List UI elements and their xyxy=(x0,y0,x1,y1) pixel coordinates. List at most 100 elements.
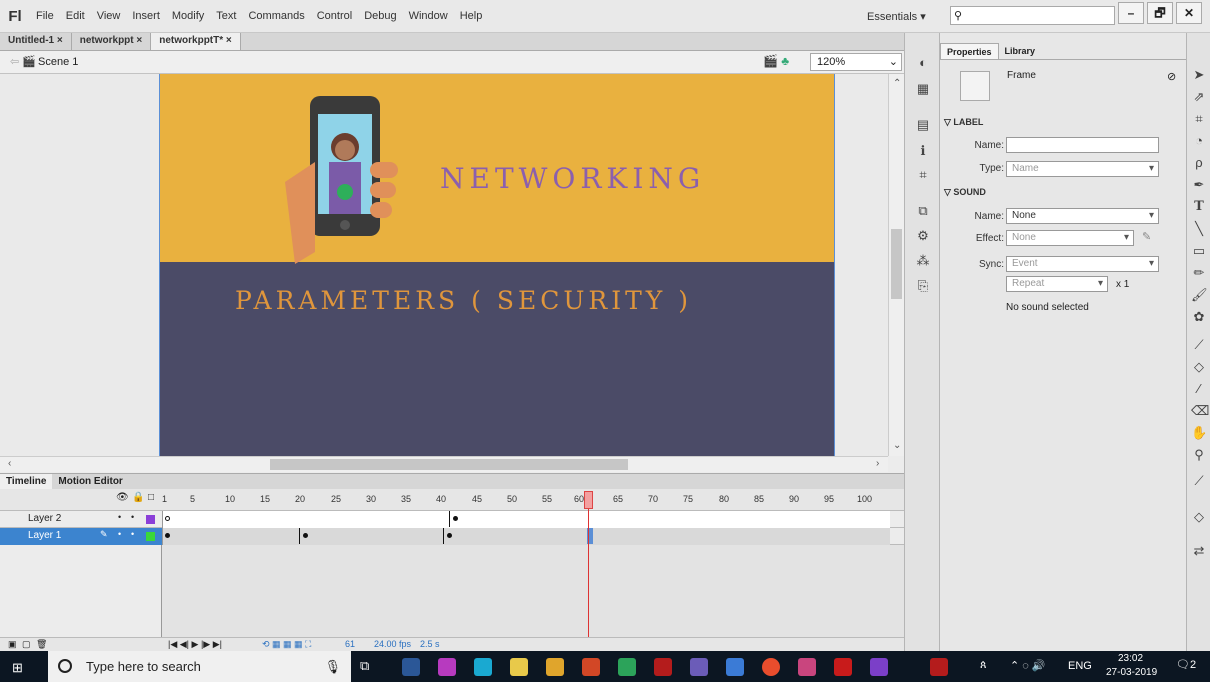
close-button[interactable]: ✕ xyxy=(1176,2,1202,24)
edit-scene-icon[interactable]: 🎬 ♣ xyxy=(763,54,789,68)
3d-rotation-tool-icon[interactable]: ◔ xyxy=(1191,133,1207,148)
pencil-tool-icon[interactable]: ✏ xyxy=(1191,265,1207,281)
brush-tool-icon[interactable]: 🖌 xyxy=(1191,287,1208,303)
minimize-button[interactable]: – xyxy=(1118,2,1144,24)
layer-frames[interactable] xyxy=(162,528,890,545)
label-section-header[interactable]: ▽ LABEL xyxy=(944,117,983,128)
transform-icon[interactable]: ⌗ xyxy=(915,167,931,183)
zoom-tool-icon[interactable]: ⚲ xyxy=(1191,447,1207,463)
free-transform-tool-icon[interactable]: ⌗ xyxy=(1191,111,1207,127)
swatches-icon[interactable]: ▦ xyxy=(915,81,931,97)
fill-color-icon[interactable]: ◇ xyxy=(1191,509,1207,525)
code-snippets-icon[interactable]: ⧉ xyxy=(915,203,931,219)
playhead[interactable] xyxy=(584,491,593,509)
menu-window[interactable]: Window xyxy=(403,10,454,22)
scroll-left-icon[interactable]: ‹ xyxy=(8,458,11,469)
notifications-icon[interactable]: 🗨2 xyxy=(1176,658,1196,671)
info-icon[interactable]: ℹ xyxy=(915,143,931,159)
stroke-color-icon[interactable]: ⟋ xyxy=(1191,473,1207,489)
acrobat-icon[interactable] xyxy=(834,658,852,676)
selection-tool-icon[interactable]: ➤ xyxy=(1191,67,1207,83)
taskbar-app-icon[interactable] xyxy=(618,658,636,676)
layer-frames[interactable] xyxy=(162,511,890,528)
media-player-icon[interactable] xyxy=(870,658,888,676)
clock-time[interactable]: 23:02 xyxy=(1118,653,1143,664)
scroll-right-icon[interactable]: › xyxy=(876,458,879,469)
menu-view[interactable]: View xyxy=(91,10,127,22)
text-tool-icon[interactable]: T xyxy=(1191,199,1207,214)
help-search-input[interactable]: ⚲ xyxy=(950,6,1115,25)
subselection-tool-icon[interactable]: ⇗ xyxy=(1191,89,1207,105)
task-view-icon[interactable]: ⧉ xyxy=(360,658,369,674)
zoom-select[interactable]: 120% ⌄ xyxy=(810,53,902,71)
taskbar-app-icon[interactable] xyxy=(726,658,744,676)
tab-motion-editor[interactable]: Motion Editor xyxy=(52,474,128,489)
menu-insert[interactable]: Insert xyxy=(126,10,166,22)
new-layer-icon[interactable]: ▣ xyxy=(8,639,17,650)
doc-tab-networkpptT[interactable]: networkpptT* × xyxy=(151,33,241,50)
keyframe[interactable] xyxy=(165,516,170,521)
sound-section-header[interactable]: ▽ SOUND xyxy=(944,187,986,198)
taskbar-app-icon[interactable] xyxy=(438,658,456,676)
scroll-down-icon[interactable]: ⌄ xyxy=(893,440,901,451)
file-explorer-icon[interactable] xyxy=(546,658,564,676)
frame-name-input[interactable] xyxy=(1006,137,1159,153)
menu-help[interactable]: Help xyxy=(454,10,489,22)
sync-select[interactable]: Event ▾ xyxy=(1006,256,1159,272)
layer-color-swatch[interactable] xyxy=(146,532,155,541)
people-icon[interactable]: ጰ xyxy=(980,659,987,672)
eye-icon[interactable]: 👁 xyxy=(116,492,129,503)
layer-row-1[interactable]: Layer 1 ✎ • • xyxy=(0,528,904,545)
sound-name-select[interactable]: None ▾ xyxy=(1006,208,1159,224)
menu-text[interactable]: Text xyxy=(210,10,242,22)
repeat-select[interactable]: Repeat ▾ xyxy=(1006,276,1108,292)
horizontal-scroll-thumb[interactable] xyxy=(270,459,628,470)
taskbar-app-icon[interactable] xyxy=(690,658,708,676)
workspace-switcher[interactable]: Essentials ▾ xyxy=(867,10,926,23)
menu-file[interactable]: File xyxy=(30,10,60,22)
tab-timeline[interactable]: Timeline xyxy=(0,474,53,489)
label-type-select[interactable]: Name ▾ xyxy=(1006,161,1159,177)
delete-layer-icon[interactable]: 🗑 xyxy=(36,639,47,650)
taskbar-app-icon[interactable] xyxy=(402,658,420,676)
project-icon[interactable]: ⎘ xyxy=(915,278,931,294)
menu-commands[interactable]: Commands xyxy=(242,10,310,22)
bone-tool-icon[interactable]: ⟋ xyxy=(1191,337,1207,353)
layer-name[interactable]: Layer 2 xyxy=(0,511,162,528)
menu-control[interactable]: Control xyxy=(311,10,358,22)
line-tool-icon[interactable]: ╲ xyxy=(1191,221,1207,237)
motion-presets-icon[interactable]: ⁂ xyxy=(915,253,931,269)
new-folder-icon[interactable]: ▢ xyxy=(22,639,31,650)
eyedropper-tool-icon[interactable]: ⁄ xyxy=(1191,381,1207,396)
lock-dot[interactable]: • xyxy=(131,512,134,522)
fps-readout[interactable]: 24.00 fps xyxy=(374,639,411,649)
windows-start-icon[interactable]: ⊞ xyxy=(12,660,23,676)
effect-select[interactable]: None ▾ xyxy=(1006,230,1134,246)
current-frame-readout[interactable]: 61 xyxy=(345,639,355,649)
edit-envelope-icon[interactable]: ✎ xyxy=(1142,230,1151,243)
align-icon[interactable]: ▤ xyxy=(915,117,931,133)
components-icon[interactable]: ⚙ xyxy=(915,228,931,244)
layer-color-swatch[interactable] xyxy=(146,515,155,524)
lasso-tool-icon[interactable]: ρ xyxy=(1191,155,1207,170)
layer-row-2[interactable]: Layer 2 • • xyxy=(0,511,904,528)
scroll-up-icon[interactable]: ⌃ xyxy=(893,78,901,89)
paint-bucket-tool-icon[interactable]: ◇ xyxy=(1191,359,1207,375)
rectangle-tool-icon[interactable]: ▭ xyxy=(1191,243,1207,259)
tab-properties[interactable]: Properties xyxy=(940,43,999,59)
tray-overflow-icon[interactable]: ⌃ ◌ 🔊 xyxy=(1010,659,1046,672)
taskbar-app-icon[interactable] xyxy=(798,658,816,676)
keyframe[interactable] xyxy=(165,533,170,538)
visibility-dot[interactable]: • xyxy=(118,529,121,539)
taskbar-search-input[interactable]: Type here to search 🎙 xyxy=(48,651,351,682)
language-indicator[interactable]: ENG xyxy=(1068,660,1092,672)
tab-library[interactable]: Library xyxy=(999,43,1042,59)
keyframe[interactable] xyxy=(447,533,452,538)
eraser-tool-icon[interactable]: ⌫ xyxy=(1191,403,1209,419)
color-panel-icon[interactable]: ◐ xyxy=(915,55,931,70)
taskbar-app-icon[interactable] xyxy=(510,658,528,676)
visibility-dot[interactable]: • xyxy=(118,512,121,522)
doc-tab-networkppt[interactable]: networkppt × xyxy=(72,33,152,50)
onion-skin-icon[interactable]: ⟲ ▦ ▦ ▦ ⛶ xyxy=(262,639,311,650)
pen-tool-icon[interactable]: ✒ xyxy=(1191,177,1207,193)
